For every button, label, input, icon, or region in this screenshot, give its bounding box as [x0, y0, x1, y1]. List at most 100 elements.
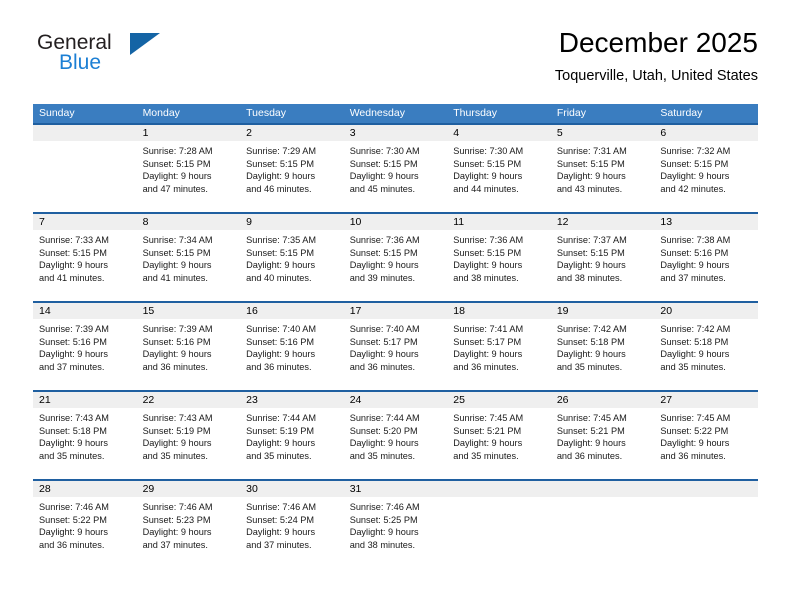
calendar-header-row: Sunday Monday Tuesday Wednesday Thursday Frid… — [33, 104, 758, 124]
calendar-day-cell[interactable]: 18 Sunrise: 7:41 AM Sunset: 5:17 PM Dayligh… — [447, 302, 551, 391]
day-detail-line: Sunrise: 7:40 AM — [349, 324, 420, 334]
calendar-day-cell[interactable]: 10 Sunrise: 7:36 AM Sunset: 5:15 PM Dayligh… — [343, 213, 448, 302]
day-detail-line: Daylight: 9 hours — [349, 438, 419, 449]
day-details: Sunrise: 7:45 AM Sunset: 5:22 PM Daylight:… — [654, 408, 758, 462]
day-detail-line: Sunrise: 7:43 AM — [142, 413, 213, 423]
calendar-day-cell[interactable]: 23 Sunrise: 7:44 AM Sunset: 5:19 PM Dayligh… — [240, 391, 344, 480]
day-details: Sunrise: 7:39 AM Sunset: 5:16 PM Daylight:… — [137, 319, 241, 373]
day-detail-line: Sunrise: 7:36 AM — [453, 235, 524, 245]
day-details: Sunrise: 7:45 AM Sunset: 5:21 PM Daylight:… — [551, 408, 655, 462]
calendar-week-row: 7 Sunrise: 7:33 AM Sunset: 5:15 PM Daylight… — [33, 213, 758, 302]
calendar-day-cell[interactable]: 19 Sunrise: 7:42 AM Sunset: 5:18 PM Dayligh… — [550, 302, 655, 391]
calendar-body: 1 Sunrise: 7:28 AM Sunset: 5:15 PM Daylight… — [33, 124, 758, 569]
calendar-day-cell[interactable]: 16 Sunrise: 7:40 AM Sunset: 5:16 PM Dayligh… — [240, 302, 344, 391]
day-detail-line: and 47 minutes. — [142, 183, 208, 194]
calendar-week-row: 28 Sunrise: 7:46 AM Sunset: 5:22 PM Dayligh… — [33, 480, 758, 569]
calendar-day-cell[interactable]: 30 Sunrise: 7:46 AM Sunset: 5:24 PM Dayligh… — [240, 480, 344, 569]
weekday-header-row: Sunday Monday Tuesday Wednesday Thursday Frid… — [33, 104, 758, 124]
day-detail-line: Sunrise: 7:31 AM — [556, 146, 627, 156]
calendar-day-cell[interactable]: 4 Sunrise: 7:30 AM Sunset: 5:15 PM Daylight… — [447, 124, 551, 213]
day-number: 20 — [654, 303, 758, 319]
calendar-day-cell[interactable]: 21 Sunrise: 7:43 AM Sunset: 5:18 PM Dayligh… — [33, 391, 137, 480]
day-detail-line: Daylight: 9 hours — [39, 527, 108, 538]
calendar-day-cell[interactable]: 7 Sunrise: 7:33 AM Sunset: 5:15 PM Daylight… — [33, 213, 137, 302]
day-number: 17 — [343, 303, 448, 319]
day-detail-line: Sunrise: 7:32 AM — [660, 146, 731, 156]
day-detail-line: Sunrise: 7:45 AM — [660, 413, 731, 423]
day-detail-line: Daylight: 9 hours — [556, 171, 626, 182]
day-detail-line: Daylight: 9 hours — [246, 527, 316, 538]
day-detail-line: Sunset: 5:15 PM — [349, 247, 418, 258]
day-number: 22 — [136, 392, 241, 408]
day-detail-line: Sunset: 5:24 PM — [246, 514, 315, 525]
day-detail-line: Sunrise: 7:42 AM — [660, 324, 731, 334]
day-number: 14 — [33, 303, 137, 319]
calendar-day-cell[interactable]: 13 Sunrise: 7:38 AM Sunset: 5:16 PM Dayligh… — [654, 213, 758, 302]
day-number — [654, 481, 758, 497]
day-details: Sunrise: 7:42 AM Sunset: 5:18 PM Daylight:… — [654, 319, 758, 373]
weekday-header-sunday: Sunday — [33, 104, 137, 124]
calendar-day-cell[interactable]: 27 Sunrise: 7:45 AM Sunset: 5:22 PM Dayligh… — [654, 391, 758, 480]
calendar-day-cell-empty — [33, 124, 137, 213]
calendar-day-cell[interactable]: 28 Sunrise: 7:46 AM Sunset: 5:22 PM Dayligh… — [33, 480, 137, 569]
day-detail-line: and 41 minutes. — [142, 272, 208, 283]
day-number: 10 — [343, 214, 448, 230]
day-detail-line: and 36 minutes. — [453, 361, 519, 372]
day-detail-line: Sunrise: 7:39 AM — [39, 324, 109, 334]
day-details: Sunrise: 7:46 AM Sunset: 5:22 PM Daylight:… — [33, 497, 137, 551]
calendar-day-cell[interactable]: 25 Sunrise: 7:45 AM Sunset: 5:21 PM Dayligh… — [447, 391, 551, 480]
day-detail-line: and 38 minutes. — [349, 539, 416, 550]
calendar-day-cell[interactable]: 22 Sunrise: 7:43 AM Sunset: 5:19 PM Dayligh… — [136, 391, 241, 480]
calendar-day-cell[interactable]: 2 Sunrise: 7:29 AM Sunset: 5:15 PM Daylight… — [240, 124, 344, 213]
day-details: Sunrise: 7:41 AM Sunset: 5:17 PM Daylight:… — [447, 319, 551, 373]
title-block: December 2025 Toquerville, Utah, United … — [555, 26, 758, 86]
day-detail-line: and 37 minutes. — [246, 539, 312, 550]
calendar-day-cell[interactable]: 31 Sunrise: 7:46 AM Sunset: 5:25 PM Dayligh… — [343, 480, 448, 569]
calendar-day-cell[interactable]: 6 Sunrise: 7:32 AM Sunset: 5:15 PM Daylight… — [654, 124, 758, 213]
calendar-day-cell[interactable]: 15 Sunrise: 7:39 AM Sunset: 5:16 PM Dayligh… — [136, 302, 241, 391]
day-detail-line: Sunrise: 7:40 AM — [246, 324, 317, 334]
day-detail-line: Daylight: 9 hours — [556, 260, 626, 271]
calendar-day-cell[interactable]: 9 Sunrise: 7:35 AM Sunset: 5:15 PM Daylight… — [240, 213, 344, 302]
calendar-day-cell[interactable]: 3 Sunrise: 7:30 AM Sunset: 5:15 PM Daylight… — [343, 124, 448, 213]
day-number — [33, 125, 137, 141]
day-detail-line: Sunrise: 7:28 AM — [142, 146, 213, 156]
day-number: 28 — [33, 481, 137, 497]
calendar-day-cell[interactable]: 17 Sunrise: 7:40 AM Sunset: 5:17 PM Dayligh… — [343, 302, 448, 391]
calendar-day-cell[interactable]: 12 Sunrise: 7:37 AM Sunset: 5:15 PM Dayligh… — [550, 213, 655, 302]
weekday-header-saturday: Saturday — [654, 104, 758, 124]
day-detail-line: Sunset: 5:18 PM — [39, 425, 107, 436]
day-detail-line: Sunset: 5:15 PM — [556, 247, 625, 258]
day-number: 25 — [447, 392, 551, 408]
calendar-day-cell[interactable]: 11 Sunrise: 7:36 AM Sunset: 5:15 PM Dayligh… — [447, 213, 551, 302]
day-detail-line: and 35 minutes. — [246, 450, 312, 461]
day-detail-line: Daylight: 9 hours — [39, 438, 108, 449]
day-number: 4 — [447, 125, 551, 141]
day-details: Sunrise: 7:43 AM Sunset: 5:19 PM Daylight:… — [137, 408, 241, 462]
day-number: 13 — [654, 214, 758, 230]
day-details: Sunrise: 7:32 AM Sunset: 5:15 PM Daylight:… — [654, 141, 758, 195]
calendar-page: General Blue December 2025 Toquerville, … — [0, 0, 792, 612]
day-details: Sunrise: 7:46 AM Sunset: 5:25 PM Daylight:… — [344, 497, 448, 551]
day-detail-line: and 36 minutes. — [142, 361, 208, 372]
brand-name-blue: Blue — [59, 51, 102, 74]
day-details: Sunrise: 7:42 AM Sunset: 5:18 PM Daylight:… — [551, 319, 655, 373]
brand-logo[interactable]: General Blue — [33, 31, 223, 91]
calendar-day-cell[interactable]: 14 Sunrise: 7:39 AM Sunset: 5:16 PM Dayligh… — [33, 302, 137, 391]
calendar-day-cell[interactable]: 8 Sunrise: 7:34 AM Sunset: 5:15 PM Daylight… — [136, 213, 241, 302]
day-detail-line: Sunrise: 7:30 AM — [349, 146, 420, 156]
calendar-day-cell[interactable]: 24 Sunrise: 7:44 AM Sunset: 5:20 PM Dayligh… — [343, 391, 448, 480]
day-detail-line: Sunset: 5:15 PM — [660, 158, 729, 169]
calendar-day-cell[interactable]: 20 Sunrise: 7:42 AM Sunset: 5:18 PM Dayligh… — [654, 302, 758, 391]
day-detail-line: Sunset: 5:16 PM — [660, 247, 729, 258]
triangle-logo-icon — [130, 33, 160, 55]
day-number: 1 — [136, 125, 241, 141]
day-details: Sunrise: 7:40 AM Sunset: 5:17 PM Daylight:… — [344, 319, 448, 373]
calendar-day-cell[interactable]: 5 Sunrise: 7:31 AM Sunset: 5:15 PM Daylight… — [550, 124, 655, 213]
day-detail-line: Sunrise: 7:45 AM — [453, 413, 524, 423]
calendar-day-cell[interactable]: 1 Sunrise: 7:28 AM Sunset: 5:15 PM Daylight… — [136, 124, 241, 213]
calendar-day-cell[interactable]: 26 Sunrise: 7:45 AM Sunset: 5:21 PM Dayligh… — [550, 391, 655, 480]
weekday-header-tuesday: Tuesday — [240, 104, 344, 124]
calendar-day-cell[interactable]: 29 Sunrise: 7:46 AM Sunset: 5:23 PM Dayligh… — [136, 480, 241, 569]
weekday-header-friday: Friday — [550, 104, 655, 124]
